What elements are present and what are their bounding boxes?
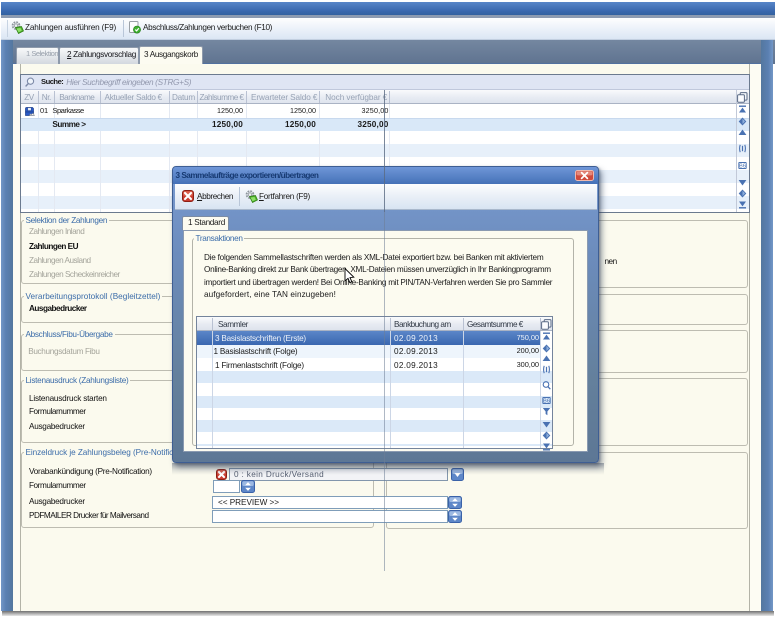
svg-text:B6: B6 xyxy=(739,163,746,169)
svg-text:B6: B6 xyxy=(543,399,550,405)
